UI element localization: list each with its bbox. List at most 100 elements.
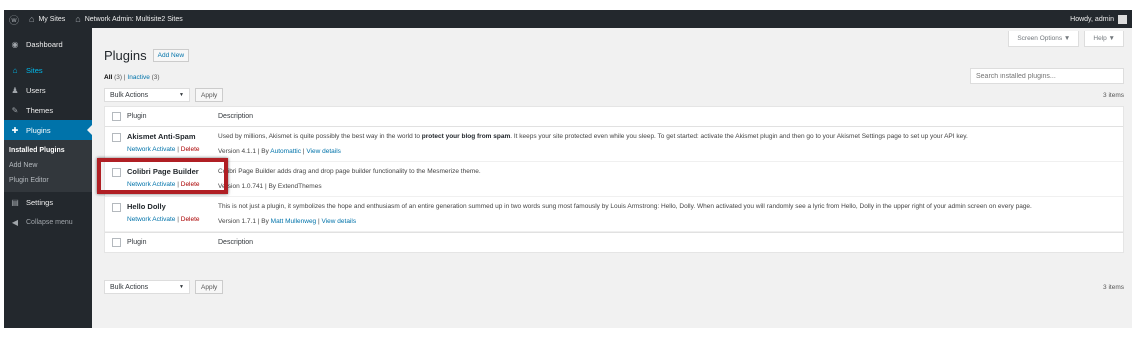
filter-all-count: (3) bbox=[114, 74, 123, 81]
submenu-add-new[interactable]: Add New bbox=[4, 158, 92, 173]
bulk-actions-value: Bulk Actions bbox=[110, 283, 149, 291]
version-text: Version 4.1.1 | By bbox=[218, 148, 269, 156]
row-checkbox[interactable] bbox=[111, 203, 121, 213]
table-row: Akismet Anti-Spam Network Activate | Del… bbox=[105, 127, 1123, 163]
select-all-checkbox[interactable] bbox=[111, 238, 121, 248]
sidebar-item-label: Collapse menu bbox=[26, 218, 73, 226]
sidebar-item-label: Settings bbox=[26, 197, 54, 207]
apply-button[interactable]: Apply bbox=[195, 88, 224, 102]
plugin-description: Used by millions, Akismet is quite possi… bbox=[218, 132, 1123, 142]
bulk-actions-select[interactable]: Bulk Actions ▼ bbox=[104, 280, 190, 294]
admin-sidebar: ◉ Dashboard ⌂ Sites ♟ Users ✎ Themes ✚ P… bbox=[4, 28, 92, 328]
my-sites-label: My Sites bbox=[38, 15, 66, 23]
action-separator: | bbox=[177, 216, 179, 224]
plugin-version: Version 1.0.741 | By ExtendThemes bbox=[218, 183, 322, 191]
chevron-down-icon: ▼ bbox=[179, 92, 184, 98]
plugin-name: Akismet Anti-Spam bbox=[127, 132, 196, 141]
sidebar-item-label: Dashboard bbox=[26, 39, 63, 49]
description-bold: protect your blog from spam bbox=[421, 133, 511, 140]
plugin-version: Version 4.1.1 | By Automattic | View det… bbox=[218, 148, 341, 156]
items-count: 3 items bbox=[1103, 91, 1124, 99]
bulk-actions-bottom: Bulk Actions ▼ Apply 3 items bbox=[104, 280, 1124, 294]
view-details-link[interactable]: View details bbox=[306, 148, 341, 155]
sidebar-item-themes[interactable]: ✎ Themes bbox=[4, 100, 92, 120]
submenu-plugin-editor[interactable]: Plugin Editor bbox=[4, 173, 92, 188]
delete-link[interactable]: Delete bbox=[181, 146, 200, 153]
sidebar-item-label: Users bbox=[26, 85, 46, 95]
author-link[interactable]: Automattic bbox=[270, 148, 301, 155]
view-details-link[interactable]: View details bbox=[322, 218, 357, 225]
row-actions: Network Activate | Delete bbox=[127, 216, 218, 223]
submenu-installed-plugins[interactable]: Installed Plugins bbox=[4, 143, 92, 158]
filter-separator: | bbox=[123, 74, 126, 81]
page-title-row: Plugins Add New bbox=[104, 48, 190, 63]
sidebar-item-label: Sites bbox=[26, 65, 43, 75]
screen-options-button[interactable]: Screen Options ▼ bbox=[1008, 31, 1080, 47]
wordpress-menu[interactable]: ⓦ bbox=[4, 10, 24, 28]
help-button[interactable]: Help ▼ bbox=[1084, 31, 1124, 47]
sidebar-item-label: Themes bbox=[26, 105, 54, 115]
my-sites-icon: ⌂ bbox=[29, 14, 35, 24]
account-menu[interactable]: Howdy, admin bbox=[1065, 10, 1132, 28]
collapse-menu-button[interactable]: ◀ Collapse menu bbox=[4, 212, 92, 232]
plugin-status-filters: All (3) | Inactive (3) bbox=[104, 74, 160, 81]
author-link[interactable]: Matt Mullenweg bbox=[271, 218, 317, 225]
search-plugins-input[interactable] bbox=[970, 68, 1124, 84]
admin-page: ⓦ ⌂ My Sites ⌂ Network Admin: Multisite2… bbox=[4, 10, 1132, 328]
main-content: Screen Options ▼ Help ▼ Plugins Add New … bbox=[104, 28, 1132, 328]
sidebar-item-label: Plugins bbox=[26, 125, 51, 135]
column-plugin: Plugin bbox=[127, 239, 147, 247]
row-checkbox[interactable] bbox=[111, 133, 121, 142]
column-description: Description bbox=[218, 239, 254, 247]
avatar bbox=[1118, 14, 1127, 24]
plugins-table: Plugin Description Akismet Anti-Spam Net… bbox=[104, 106, 1124, 254]
screen-meta-links: Screen Options ▼ Help ▼ bbox=[1008, 31, 1124, 47]
select-all-checkbox[interactable] bbox=[111, 112, 121, 121]
plugins-submenu: Installed Plugins Add New Plugin Editor bbox=[4, 140, 92, 192]
howdy-label: Howdy, admin bbox=[1070, 15, 1114, 23]
screen-options-label: Screen Options bbox=[1017, 35, 1063, 42]
wordpress-icon: ⓦ bbox=[9, 15, 19, 27]
delete-link[interactable]: Delete bbox=[181, 216, 200, 223]
sites-icon: ⌂ bbox=[12, 65, 18, 75]
filter-all[interactable]: All bbox=[104, 74, 112, 81]
add-new-button[interactable]: Add New bbox=[152, 49, 190, 62]
bulk-actions-select[interactable]: Bulk Actions ▼ bbox=[104, 88, 190, 102]
column-plugin: Plugin bbox=[127, 113, 147, 120]
sidebar-item-users[interactable]: ♟ Users bbox=[4, 80, 92, 100]
sidebar-item-settings[interactable]: ▤ Settings bbox=[4, 192, 92, 212]
description-text: Used by millions, Akismet is quite possi… bbox=[218, 133, 422, 140]
home-icon: ⌂ bbox=[75, 14, 81, 24]
filter-inactive[interactable]: Inactive bbox=[127, 74, 149, 81]
network-activate-link[interactable]: Network Activate bbox=[127, 146, 175, 153]
table-header: Plugin Description bbox=[105, 107, 1123, 127]
plugin-name: Hello Dolly bbox=[127, 202, 166, 212]
table-row: Colibri Page Builder Network Activate | … bbox=[105, 162, 1123, 198]
my-sites-menu[interactable]: ⌂ My Sites bbox=[24, 10, 70, 28]
plugin-description: Colibri Page Builder adds drag and drop … bbox=[218, 168, 481, 176]
filter-inactive-count: (3) bbox=[151, 74, 160, 81]
themes-icon: ✎ bbox=[11, 105, 19, 115]
plugin-description: This is not just a plugin, it symbolizes… bbox=[218, 203, 1032, 211]
sidebar-item-dashboard[interactable]: ◉ Dashboard bbox=[4, 34, 92, 54]
items-count: 3 items bbox=[1103, 283, 1124, 291]
plugin-version: Version 1.7.1 | By Matt Mullenweg | View… bbox=[218, 218, 357, 226]
page-title: Plugins bbox=[104, 48, 147, 63]
apply-button[interactable]: Apply bbox=[195, 280, 224, 294]
chevron-down-icon: ▼ bbox=[179, 284, 184, 290]
network-admin-menu[interactable]: ⌂ Network Admin: Multisite2 Sites bbox=[70, 10, 187, 28]
sidebar-item-sites[interactable]: ⌂ Sites bbox=[4, 60, 92, 80]
network-activate-link[interactable]: Network Activate bbox=[127, 216, 175, 223]
row-actions: Network Activate | Delete bbox=[127, 146, 218, 153]
column-description: Description bbox=[218, 113, 254, 120]
table-footer: Plugin Description bbox=[105, 232, 1123, 252]
admin-bar: ⓦ ⌂ My Sites ⌂ Network Admin: Multisite2… bbox=[4, 10, 1132, 28]
settings-icon: ▤ bbox=[11, 197, 19, 207]
sidebar-item-plugins[interactable]: ✚ Plugins bbox=[4, 120, 92, 140]
bulk-actions-top: Bulk Actions ▼ Apply 3 items bbox=[104, 88, 1124, 102]
help-label: Help bbox=[1093, 35, 1107, 42]
plugins-icon: ✚ bbox=[11, 125, 19, 135]
network-admin-label: Network Admin: Multisite2 Sites bbox=[84, 15, 183, 23]
dashboard-icon: ◉ bbox=[11, 39, 19, 49]
users-icon: ♟ bbox=[11, 85, 19, 95]
